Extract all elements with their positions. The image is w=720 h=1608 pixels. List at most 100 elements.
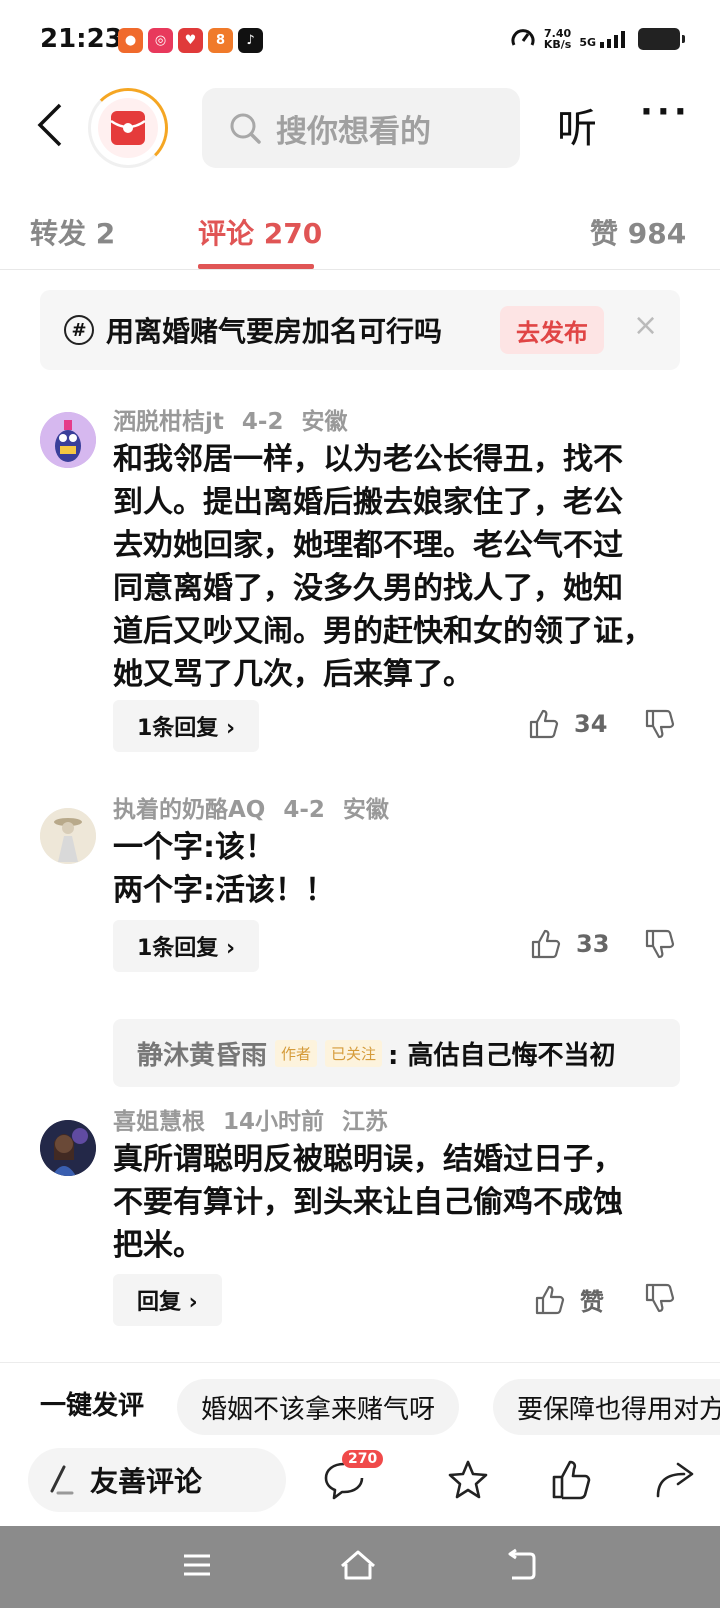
signal-indicator: 5G <box>579 30 630 48</box>
app-icon-4: 8 <box>208 28 233 53</box>
close-icon[interactable]: × <box>633 308 658 343</box>
share-button[interactable] <box>654 1458 698 1506</box>
network-speed: 7.40 KB/s <box>543 27 572 51</box>
like-count: 赞 <box>580 1288 604 1316</box>
comment-location: 江苏 <box>342 1109 389 1135</box>
comment-location: 安徽 <box>342 797 389 823</box>
app-icon-2: ◎ <box>148 28 173 53</box>
publisher-avatar[interactable] <box>88 88 168 168</box>
speed-gauge-icon <box>511 29 535 46</box>
comment-author[interactable]: 喜姐慧根 <box>113 1109 205 1135</box>
more-options-button[interactable]: ··· <box>640 92 691 132</box>
followed-tag: 已关注 <box>325 1039 383 1067</box>
hashtag-icon: # <box>64 315 94 345</box>
thumbs-up-icon <box>535 1285 565 1314</box>
avatar-portrait-icon <box>40 1120 96 1176</box>
avatar-cartoon-icon <box>40 412 96 468</box>
listen-button[interactable]: 听 <box>557 96 597 154</box>
dislike-button[interactable] <box>644 1282 676 1318</box>
active-tab-indicator <box>198 264 314 269</box>
like-post-button[interactable] <box>550 1458 594 1506</box>
search-input[interactable]: 搜你想看的 <box>202 88 520 168</box>
comment-tabs: 转发 2 评论 270 赞 984 <box>0 200 720 270</box>
quick-comment-label: 一键发评 <box>40 1391 145 1421</box>
thumbs-up-icon <box>531 929 561 959</box>
avatar[interactable] <box>40 412 96 468</box>
comment-date: 14小时前 <box>223 1109 325 1135</box>
topic-text: 用离婚赌气要房加名可行吗 <box>106 315 443 348</box>
reply-text: : 高估自己悔不当初 <box>388 1040 616 1071</box>
comment-author[interactable]: 执着的奶酪AQ <box>113 797 265 823</box>
home-icon <box>341 1550 375 1580</box>
like-count: 34 <box>574 710 608 738</box>
reply-button[interactable]: 回复 › <box>113 1274 222 1326</box>
topic-banner[interactable]: # 用离婚赌气要房加名可行吗 去发布 × <box>40 290 680 370</box>
quick-comment-chip[interactable]: 要保障也得用对方 <box>493 1379 720 1435</box>
thumbs-down-icon <box>645 709 675 739</box>
author-tag: 作者 <box>275 1039 318 1067</box>
comment-body: 真所谓聪明反被聪明误，结婚过日子， 不要有算计，到头来让自己偷鸡不成蚀 把米。 <box>113 1142 623 1263</box>
comment-author[interactable]: 洒脱柑桔jt <box>113 409 224 435</box>
like-count: 33 <box>576 930 610 958</box>
comments-button[interactable]: 270 <box>322 1450 384 1506</box>
back-nav-button[interactable] <box>502 1548 538 1586</box>
comment-meta: 喜姐慧根 14小时前 江苏 <box>113 1102 406 1136</box>
back-arrow-icon <box>37 103 62 147</box>
tab-likes[interactable]: 赞 984 <box>590 212 686 252</box>
red-packet-icon <box>110 111 146 145</box>
signal-bars-icon <box>600 31 625 48</box>
comment-meta: 洒脱柑桔jt 4-2 安徽 <box>113 402 365 436</box>
view-replies-button[interactable]: 1条回复 › <box>113 920 260 972</box>
bottom-action-bar: 友善评论 270 <box>0 1448 720 1526</box>
thumbs-up-icon <box>552 1460 591 1500</box>
comment-location: 安徽 <box>301 409 348 435</box>
thumbs-up-icon <box>529 709 559 739</box>
like-button[interactable]: 赞 <box>534 1282 604 1317</box>
share-arrow-icon <box>656 1462 694 1498</box>
avatar[interactable] <box>40 1120 96 1176</box>
back-button[interactable] <box>30 100 70 150</box>
comment-count-badge: 270 <box>342 1450 384 1468</box>
thumbs-down-icon <box>645 929 675 959</box>
dislike-button[interactable] <box>644 708 676 744</box>
quick-comment-row: 一键发评 婚姻不该拿来赌气呀 要保障也得用对方 <box>0 1362 720 1448</box>
dislike-button[interactable] <box>644 928 676 964</box>
avatar-figure-icon <box>40 808 96 864</box>
view-replies-button[interactable]: 1条回复 › <box>113 700 260 752</box>
top-header: 搜你想看的 听 ··· <box>0 84 720 174</box>
comment-meta: 执着的奶酪AQ 4-2 安徽 <box>113 790 407 824</box>
status-bar: 21:23 ● ◎ ♥ 8 ♪ 7.40 KB/s 5G <box>0 0 720 84</box>
pen-icon <box>50 1465 74 1495</box>
status-app-icons: ● ◎ ♥ 8 ♪ <box>118 28 263 53</box>
avatar[interactable] <box>40 808 96 864</box>
battery-icon <box>638 28 685 50</box>
tab-comments[interactable]: 评论 270 <box>198 212 322 252</box>
comment-input-placeholder: 友善评论 <box>90 1465 203 1498</box>
status-time: 21:23 <box>40 24 123 54</box>
publish-button[interactable]: 去发布 <box>500 306 604 354</box>
search-placeholder: 搜你想看的 <box>276 113 431 150</box>
comment-body: 和我邻居一样，以为老公长得丑，找不 到人。提出离婚后搬去娘家住了，老公 去劝她回… <box>113 442 653 692</box>
comment-date: 4-2 <box>283 797 325 823</box>
comment-input[interactable]: 友善评论 <box>28 1448 286 1512</box>
system-navigation-bar <box>0 1526 720 1608</box>
star-icon <box>448 1460 488 1499</box>
like-button[interactable]: 33 <box>530 928 609 960</box>
reply-author[interactable]: 静沐黄昏雨 <box>137 1035 267 1072</box>
thumbs-down-icon <box>645 1283 675 1313</box>
tab-reposts[interactable]: 转发 2 <box>30 212 115 252</box>
favorite-button[interactable] <box>446 1458 490 1506</box>
search-icon <box>230 113 261 144</box>
menu-button[interactable] <box>180 1548 214 1586</box>
home-button[interactable] <box>338 1548 378 1586</box>
status-indicators: 7.40 KB/s 5G <box>510 26 685 52</box>
tiktok-icon: ♪ <box>238 28 263 53</box>
quick-comment-chip[interactable]: 婚姻不该拿来赌气呀 <box>177 1379 460 1435</box>
like-button[interactable]: 34 <box>528 708 607 740</box>
featured-reply[interactable]: 静沐黄昏雨 作者 已关注 : 高估自己悔不当初 <box>113 1019 680 1087</box>
comment-date: 4-2 <box>241 409 284 435</box>
app-icon-1: ● <box>118 28 143 53</box>
app-icon-3: ♥ <box>178 28 203 53</box>
menu-icon <box>184 1554 210 1576</box>
return-icon <box>508 1548 536 1580</box>
